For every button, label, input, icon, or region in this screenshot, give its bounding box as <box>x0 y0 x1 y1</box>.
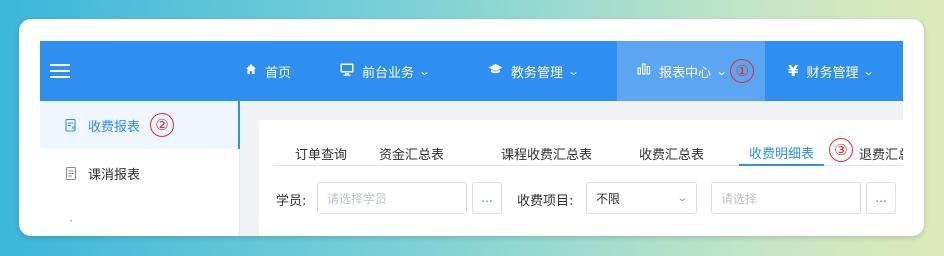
fee-item-select[interactable]: 不限 ⌄ <box>586 182 697 214</box>
nav-label: 报表中心 <box>659 65 712 81</box>
nav-label: 前台业务 <box>362 65 415 81</box>
tab-fund-summary[interactable]: 资金汇总表 <box>379 140 444 166</box>
report-tabs: 订单查询 资金汇总表 课程收费汇总表 收费汇总表 收费明细表 ③ 退费汇总表 <box>273 138 903 166</box>
sidebar-item-fee-report[interactable]: ¥ 收费报表 ② <box>40 101 240 149</box>
student-picker-button[interactable]: ... <box>472 182 502 214</box>
document-icon <box>64 166 78 180</box>
app-window: 首页 前台业务 ⌄ 教务管理 ⌄ 报表中心 ⌄ ① ¥ 财务管理 ⌄ ¥ 收费报… <box>40 41 903 236</box>
chevron-down-icon: ⌄ <box>567 64 580 78</box>
sidebar-item-partial[interactable]: · <box>40 197 240 236</box>
main-content: 订单查询 资金汇总表 课程收费汇总表 收费汇总表 收费明细表 ③ 退费汇总表 学… <box>240 101 903 236</box>
student-label: 学员: <box>276 194 307 209</box>
receipt-icon: ¥ <box>64 118 78 132</box>
document-icon: · <box>69 214 73 228</box>
screenshot-card: 首页 前台业务 ⌄ 教务管理 ⌄ 报表中心 ⌄ ① ¥ 财务管理 ⌄ ¥ 收费报… <box>19 19 924 236</box>
chevron-down-icon: ⌄ <box>418 64 431 78</box>
tab-order-query[interactable]: 订单查询 <box>295 140 347 166</box>
report-panel: 订单查询 资金汇总表 课程收费汇总表 收费汇总表 收费明细表 ③ 退费汇总表 学… <box>259 120 903 236</box>
sidebar-item-label: 课消报表 <box>88 167 141 183</box>
nav-label: 教务管理 <box>511 65 564 81</box>
graduation-cap-icon <box>488 63 503 79</box>
nav-item-home[interactable]: 首页 <box>245 41 291 101</box>
fee-item-value: 不限 <box>596 191 621 206</box>
nav-item-reports[interactable]: 报表中心 ⌄ ① <box>617 41 765 101</box>
annotation-marker-2: ② <box>150 113 175 137</box>
sidebar: ¥ 收费报表 ② 课消报表 · <box>40 101 240 236</box>
sidebar-item-consumption-report[interactable]: 课消报表 <box>40 149 240 197</box>
home-icon <box>245 63 257 79</box>
tab-fee-detail[interactable]: 收费明细表 <box>739 140 825 166</box>
tab-refund-summary[interactable]: 退费汇总表 <box>859 140 903 166</box>
student-input[interactable]: 请选择学员 <box>317 182 467 214</box>
chevron-down-icon: ⌄ <box>676 192 688 204</box>
fee-item-label: 收费项目: <box>517 194 574 209</box>
select-picker-button[interactable]: ... <box>866 182 896 214</box>
nav-label: 财务管理 <box>806 65 859 81</box>
svg-text:¥: ¥ <box>72 126 75 132</box>
nav-label: 首页 <box>265 65 292 81</box>
yen-icon: ¥ <box>788 62 799 80</box>
annotation-marker-3: ③ <box>829 138 853 162</box>
nav-item-academic[interactable]: 教务管理 ⌄ <box>488 41 580 101</box>
monitor-icon <box>340 63 354 80</box>
chevron-down-icon: ⌄ <box>715 64 728 78</box>
select-input[interactable]: 请选择 <box>711 182 861 214</box>
annotation-marker-1: ① <box>730 59 755 83</box>
sidebar-item-label: 收费报表 <box>88 119 141 135</box>
nav-item-front-desk[interactable]: 前台业务 ⌄ <box>340 41 431 101</box>
bar-chart-icon <box>637 63 651 79</box>
filter-bar: 学员: 请选择学员 ... 收费项目: 不限 ⌄ 请选择 ... <box>259 182 903 216</box>
chevron-down-icon: ⌄ <box>863 64 876 78</box>
nav-item-finance[interactable]: ¥ 财务管理 ⌄ <box>788 41 876 101</box>
menu-toggle-icon[interactable] <box>50 64 70 78</box>
top-navigation: 首页 前台业务 ⌄ 教务管理 ⌄ 报表中心 ⌄ ① ¥ 财务管理 ⌄ <box>40 41 903 101</box>
tab-fee-summary[interactable]: 收费汇总表 <box>639 140 704 166</box>
tab-course-fee-summary[interactable]: 课程收费汇总表 <box>501 140 592 166</box>
